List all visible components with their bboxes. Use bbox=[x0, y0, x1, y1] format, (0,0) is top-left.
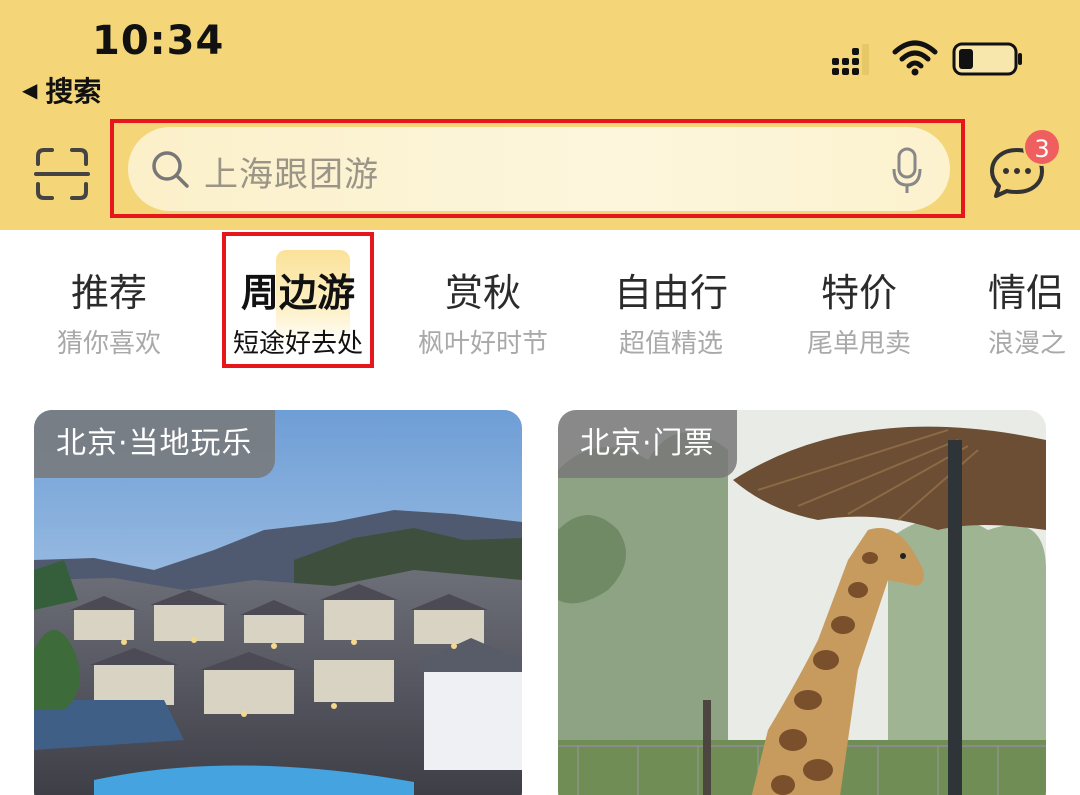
tab-subtitle: 尾单甩卖 bbox=[806, 329, 911, 359]
tab-couples[interactable]: 情侣 浪漫之 bbox=[988, 270, 1080, 362]
tab-recommend[interactable]: 推荐 猜你喜欢 bbox=[50, 270, 168, 362]
back-triangle-icon: ◀ bbox=[22, 78, 38, 102]
tab-independent-travel[interactable]: 自由行 超值精选 bbox=[612, 270, 730, 362]
tab-title: 自由行 bbox=[613, 271, 728, 315]
tab-title: 推荐 bbox=[70, 271, 147, 315]
cellular-signal-icon bbox=[832, 44, 869, 75]
status-time: 10:34 bbox=[92, 18, 225, 64]
tab-subtitle: 猜你喜欢 bbox=[56, 329, 161, 359]
tab-subtitle: 浪漫之 bbox=[988, 329, 1067, 359]
tab-title: 情侣 bbox=[988, 271, 1065, 315]
card-location-tag: 北京·当地玩乐 bbox=[34, 410, 275, 478]
card-location-tag: 北京·门票 bbox=[558, 410, 737, 478]
back-to-search-link[interactable]: ◀ 搜索 bbox=[22, 70, 101, 110]
back-link-label: 搜索 bbox=[45, 75, 102, 108]
battery-icon bbox=[952, 42, 1022, 76]
product-card-water-town[interactable]: 北京·当地玩乐 bbox=[34, 410, 522, 795]
product-card-zoo-ticket[interactable]: 北京·门票 bbox=[558, 410, 1046, 795]
tab-autumn-views[interactable]: 赏秋 枫叶好时节 bbox=[410, 270, 556, 362]
scan-icon[interactable] bbox=[34, 146, 90, 202]
tab-title: 特价 bbox=[820, 271, 897, 315]
wifi-icon bbox=[892, 40, 938, 76]
search-highlight-box bbox=[110, 119, 965, 218]
tab-highlight-box bbox=[222, 232, 374, 368]
tab-subtitle: 超值精选 bbox=[618, 329, 723, 359]
tab-subtitle: 枫叶好时节 bbox=[417, 329, 548, 359]
tab-title: 赏秋 bbox=[444, 271, 521, 315]
message-badge: 3 bbox=[1023, 128, 1061, 166]
tab-special-price[interactable]: 特价 尾单甩卖 bbox=[800, 270, 918, 362]
